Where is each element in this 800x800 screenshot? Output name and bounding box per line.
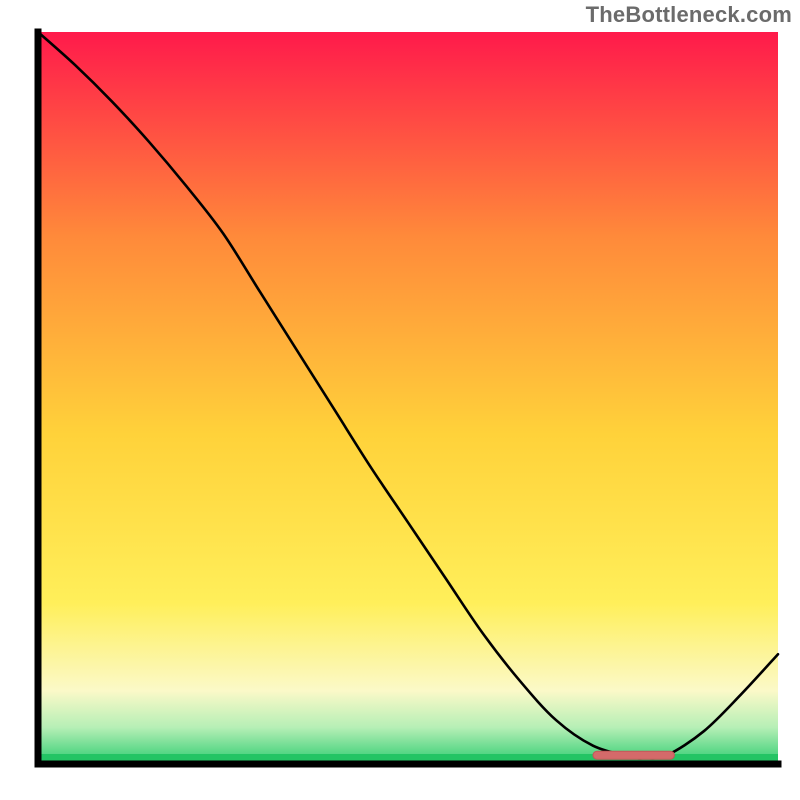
plot-area (18, 28, 782, 782)
watermark-text: TheBottleneck.com (586, 2, 792, 28)
chart-svg (18, 28, 782, 782)
optimal-range-marker (593, 751, 674, 759)
chart-frame: TheBottleneck.com (0, 0, 800, 800)
